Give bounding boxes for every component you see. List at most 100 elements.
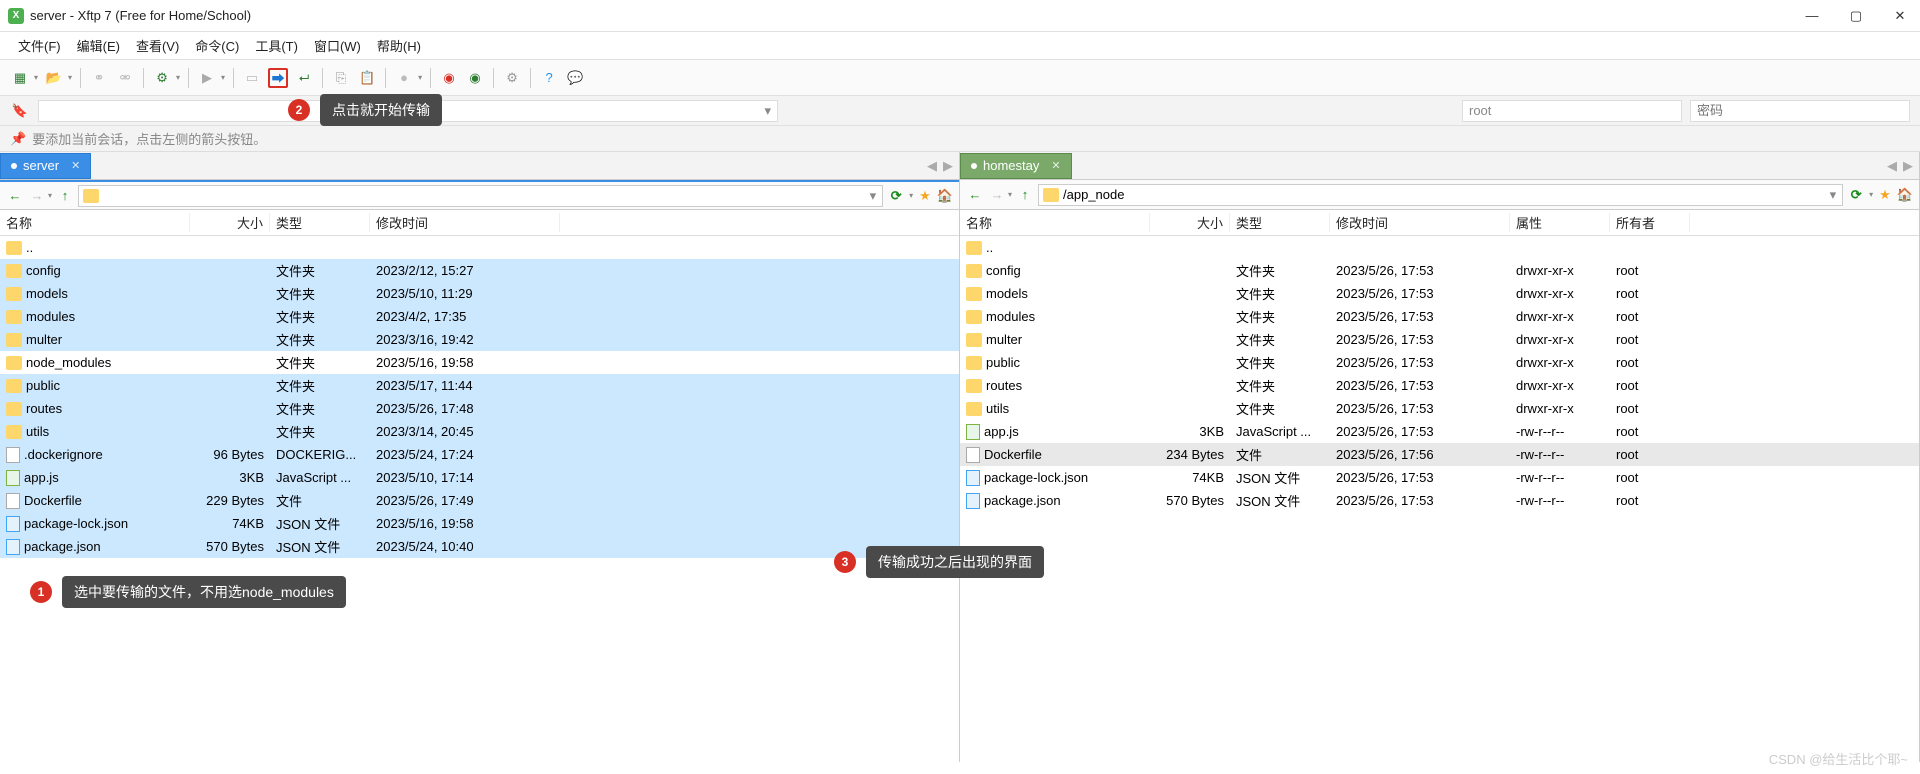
file-row[interactable]: routes文件夹2023/5/26, 17:48	[0, 397, 959, 420]
refresh-icon[interactable]: ⟳	[1847, 186, 1865, 204]
password-field[interactable]	[1690, 100, 1910, 122]
file-row[interactable]: app.js3KBJavaScript ...2023/5/10, 17:14	[0, 466, 959, 489]
tab-next-icon[interactable]: ▶	[943, 158, 953, 174]
file-row[interactable]: Dockerfile234 Bytes文件2023/5/26, 17:56-rw…	[960, 443, 1919, 466]
username-field[interactable]	[1462, 100, 1682, 122]
file-row[interactable]: modules文件夹2023/5/26, 17:53drwxr-xr-xroot	[960, 305, 1919, 328]
file-row[interactable]: package.json570 BytesJSON 文件2023/5/26, 1…	[960, 489, 1919, 512]
col-date[interactable]: 修改时间	[370, 213, 560, 232]
doc-icon[interactable]: ▭	[242, 68, 262, 88]
file-row[interactable]: modules文件夹2023/4/2, 17:35	[0, 305, 959, 328]
menu-window[interactable]: 窗口(W)	[308, 34, 367, 57]
file-row[interactable]: routes文件夹2023/5/26, 17:53drwxr-xr-xroot	[960, 374, 1919, 397]
col-name[interactable]: 名称	[0, 213, 190, 232]
star-icon[interactable]: ★	[1879, 187, 1891, 203]
file-type: 文件夹	[1230, 399, 1330, 418]
home-icon[interactable]: 🏠	[937, 188, 953, 204]
help-icon[interactable]: ?	[539, 68, 559, 88]
file-row[interactable]: utils文件夹2023/5/26, 17:53drwxr-xr-xroot	[960, 397, 1919, 420]
back-icon[interactable]: ←	[6, 187, 24, 205]
bookmark-icon[interactable]: 🔖	[10, 101, 30, 121]
close-tab-icon[interactable]: ✕	[71, 159, 80, 172]
file-row[interactable]: public文件夹2023/5/17, 11:44	[0, 374, 959, 397]
file-row[interactable]: Dockerfile229 Bytes文件2023/5/26, 17:49	[0, 489, 959, 512]
gear-icon[interactable]: ⚙	[502, 68, 522, 88]
file-row[interactable]: config文件夹2023/2/12, 15:27	[0, 259, 959, 282]
file-date: 2023/2/12, 15:27	[370, 263, 560, 278]
maximize-button[interactable]: ▢	[1844, 8, 1868, 24]
paste-icon[interactable]: 📋	[357, 68, 377, 88]
file-row[interactable]: package.json570 BytesJSON 文件2023/5/24, 1…	[0, 535, 959, 558]
menu-file[interactable]: 文件(F)	[12, 34, 67, 57]
file-row[interactable]: models文件夹2023/5/26, 17:53drwxr-xr-xroot	[960, 282, 1919, 305]
file-row[interactable]: public文件夹2023/5/26, 17:53drwxr-xr-xroot	[960, 351, 1919, 374]
remote-tab[interactable]: homestay ✕	[960, 153, 1072, 179]
transfer-button[interactable]: ⮕	[268, 68, 288, 88]
file-date: 2023/5/26, 17:53	[1330, 378, 1510, 393]
copy-icon[interactable]: ⎘	[331, 68, 351, 88]
star-icon[interactable]: ★	[919, 188, 931, 204]
transfer-back-icon[interactable]: ⮠	[294, 68, 314, 88]
file-row[interactable]: .dockerignore96 BytesDOCKERIG...2023/5/2…	[0, 443, 959, 466]
file-date: 2023/5/17, 11:44	[370, 378, 560, 393]
file-attr: -rw-r--r--	[1510, 470, 1610, 485]
up-icon[interactable]: ↑	[56, 187, 74, 205]
file-row[interactable]: package-lock.json74KBJSON 文件2023/5/26, 1…	[960, 466, 1919, 489]
tab-prev-icon[interactable]: ◀	[1887, 158, 1897, 174]
file-row[interactable]: ..	[960, 236, 1919, 259]
back-icon[interactable]: ←	[966, 186, 984, 204]
local-path-input[interactable]	[78, 185, 883, 207]
close-button[interactable]: ✕	[1888, 8, 1912, 24]
file-row[interactable]: app.js3KBJavaScript ...2023/5/26, 17:53-…	[960, 420, 1919, 443]
col-size[interactable]: 大小	[1150, 213, 1230, 232]
menu-command[interactable]: 命令(C)	[189, 34, 245, 57]
tab-next-icon[interactable]: ▶	[1903, 158, 1913, 174]
col-type[interactable]: 类型	[270, 213, 370, 232]
tab-prev-icon[interactable]: ◀	[927, 158, 937, 174]
home-icon[interactable]: 🏠	[1897, 187, 1913, 203]
file-date: 2023/5/26, 17:53	[1330, 493, 1510, 508]
menu-view[interactable]: 查看(V)	[130, 34, 185, 57]
menu-help[interactable]: 帮助(H)	[371, 34, 427, 57]
new-session-icon[interactable]: ▦	[10, 68, 30, 88]
forward-icon[interactable]: →	[28, 187, 46, 205]
chat-icon[interactable]: 💬	[565, 68, 585, 88]
link-icon[interactable]: ⚭	[89, 68, 109, 88]
refresh-icon[interactable]: ⟳	[887, 187, 905, 205]
col-owner[interactable]: 所有者	[1610, 213, 1690, 232]
col-type[interactable]: 类型	[1230, 213, 1330, 232]
file-row[interactable]: utils文件夹2023/3/14, 20:45	[0, 420, 959, 443]
folder-icon	[1043, 188, 1059, 202]
file-row[interactable]: ..	[0, 236, 959, 259]
col-name[interactable]: 名称	[960, 213, 1150, 232]
local-tab[interactable]: server ✕	[0, 153, 91, 179]
menu-tools[interactable]: 工具(T)	[249, 34, 304, 57]
play-icon[interactable]: ▶	[197, 68, 217, 88]
forward-icon[interactable]: →	[988, 186, 1006, 204]
settings-icon[interactable]: ⚙	[152, 68, 172, 88]
remote-file-list[interactable]: ..config文件夹2023/5/26, 17:53drwxr-xr-xroo…	[960, 236, 1919, 762]
open-folder-icon[interactable]: 📂	[44, 68, 64, 88]
file-row[interactable]: multer文件夹2023/5/26, 17:53drwxr-xr-xroot	[960, 328, 1919, 351]
menu-edit[interactable]: 编辑(E)	[71, 34, 126, 57]
unlink-icon[interactable]: ⚮	[115, 68, 135, 88]
file-date: 2023/5/16, 19:58	[370, 516, 560, 531]
stop-icon[interactable]: ●	[394, 68, 414, 88]
file-row[interactable]: multer文件夹2023/3/16, 19:42	[0, 328, 959, 351]
file-row[interactable]: node_modules文件夹2023/5/16, 19:58	[0, 351, 959, 374]
minimize-button[interactable]: —	[1800, 8, 1824, 24]
remote-path-input[interactable]: /app_node	[1038, 184, 1843, 206]
col-date[interactable]: 修改时间	[1330, 213, 1510, 232]
green-circle-icon[interactable]: ◉	[465, 68, 485, 88]
file-date: 2023/5/26, 17:53	[1330, 470, 1510, 485]
up-icon[interactable]: ↑	[1016, 186, 1034, 204]
file-row[interactable]: package-lock.json74KBJSON 文件2023/5/16, 1…	[0, 512, 959, 535]
local-file-list[interactable]: ..config文件夹2023/2/12, 15:27models文件夹2023…	[0, 236, 959, 762]
col-attr[interactable]: 属性	[1510, 213, 1610, 232]
close-tab-icon[interactable]: ✕	[1051, 159, 1060, 172]
file-row[interactable]: config文件夹2023/5/26, 17:53drwxr-xr-xroot	[960, 259, 1919, 282]
file-date: 2023/5/16, 19:58	[370, 355, 560, 370]
col-size[interactable]: 大小	[190, 213, 270, 232]
file-row[interactable]: models文件夹2023/5/10, 11:29	[0, 282, 959, 305]
red-circle-icon[interactable]: ◉	[439, 68, 459, 88]
